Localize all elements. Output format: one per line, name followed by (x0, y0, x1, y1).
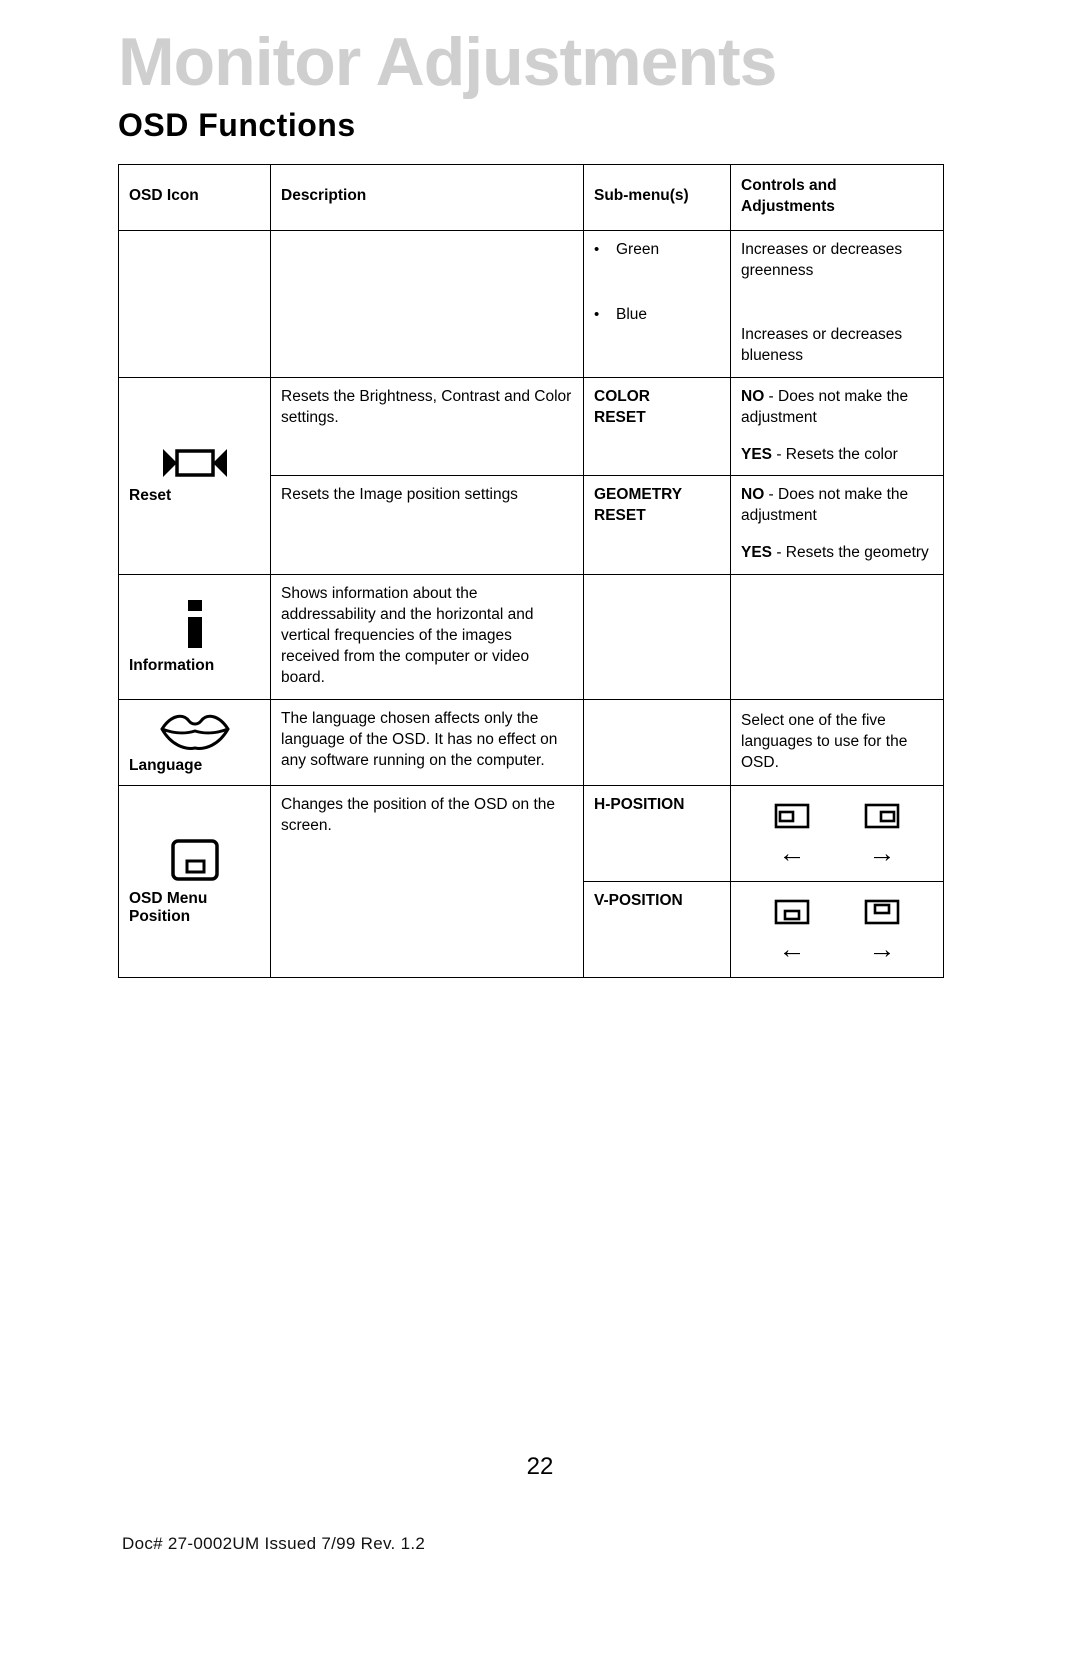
cell-submenu-h-position: H-POSITION (583, 785, 731, 883)
h-position-right-control[interactable]: → (843, 801, 921, 867)
icon-label-language: Language (129, 756, 203, 774)
submenu-h-position-label: H-POSITION (594, 796, 685, 814)
column-header-controls: Controls and Adjustments (730, 164, 944, 231)
cell-description-empty (270, 230, 584, 378)
cell-submenu-language-empty (583, 698, 731, 787)
cell-description-language: The language chosen affects only the lan… (270, 698, 584, 787)
osd-bottom-position-icon (774, 900, 810, 925)
v-position-right-arrow-icon: → (868, 934, 896, 965)
bullet-dot-icon: • (594, 241, 600, 258)
table-body: • Green • Blue Increases or decreases gr… (118, 230, 944, 979)
control-option-yes-text: - Resets the geometry (772, 544, 929, 562)
osd-functions-table: OSD Icon Description Sub-menu(s) Control… (118, 164, 944, 979)
cell-description-reset-color: Resets the Brightness, Contrast and Colo… (270, 376, 584, 477)
icon-label-information: Information (129, 657, 215, 675)
cell-submenu-geometry-reset: GEOMETRY RESET (583, 475, 731, 576)
control-text-blue: Increases or decreases blueness (741, 325, 903, 364)
cell-description-information: Shows information about the addressabili… (270, 574, 584, 700)
section-title: OSD Functions (118, 107, 356, 143)
page-number: 22 (526, 1453, 554, 1480)
cell-controls-information-empty (730, 574, 944, 700)
osd-top-position-icon (864, 900, 900, 925)
submenu-geometry-reset-line1: GEOMETRY (594, 486, 683, 504)
osd-functions-table-wrapper: OSD Icon Description Sub-menu(s) Control… (118, 164, 944, 979)
osd-menu-position-icon (170, 839, 219, 881)
icon-label-osd-menu-position-line2: Position (129, 908, 191, 926)
document-page: Monitor Adjustments OSD Functions OSD Ic… (0, 0, 1080, 1669)
submenu-geometry-reset-line2: RESET (594, 507, 646, 525)
table-header-row: OSD Icon Description Sub-menu(s) Control… (118, 164, 944, 231)
submenu-bullet-green: • Green (594, 240, 720, 261)
column-header-description: Description (270, 164, 584, 231)
table-row-language: Language The language chosen affects onl… (118, 698, 944, 787)
v-position-left-control[interactable]: ← (753, 897, 831, 963)
reset-icon (162, 449, 227, 478)
cell-controls-h-position: ← → (730, 785, 944, 883)
control-option-no-text: - Does not make the adjustment (741, 486, 909, 525)
submenu-color-reset-line1: COLOR (594, 387, 650, 405)
h-position-left-control[interactable]: ← (753, 801, 831, 867)
bullet-dot-icon: • (594, 305, 600, 323)
cell-icon-language: Language (118, 698, 271, 787)
document-footer-line: Doc# 27-0002UM Issued 7/99 Rev. 1.2 (122, 1534, 426, 1553)
cell-submenu-v-position: V-POSITION (583, 881, 731, 979)
control-option-yes-label: YES (741, 445, 773, 463)
control-option-yes-label: YES (741, 544, 773, 562)
control-option-yes: YES - Resets the geometry (741, 543, 933, 564)
submenu-color-reset-line2: RESET (594, 408, 646, 426)
page-banner-title: Monitor Adjustments (118, 24, 777, 100)
column-header-osd-icon: OSD Icon (118, 164, 271, 231)
table-row-reset-color: Reset Resets the Brightness, Contrast an… (118, 376, 944, 576)
control-option-yes-text: - Resets the color (772, 445, 898, 463)
cell-controls-color: Increases or decreases greenness Increas… (730, 230, 944, 378)
submenu-v-position-label: V-POSITION (594, 892, 683, 910)
cell-description-reset-geometry: Resets the Image position settings (270, 475, 584, 576)
table-row-osd-position-horizontal: OSD Menu Position Changes the position o… (118, 785, 944, 979)
submenu-label-green: Green (616, 241, 660, 258)
cell-description-osd-menu-position: Changes the position of the OSD on the s… (270, 785, 584, 979)
control-text-green: Increases or decreases greenness (741, 241, 903, 279)
control-option-no: NO - Does not make the adjustment (741, 387, 933, 429)
cell-icon-reset: Reset (118, 376, 271, 576)
control-option-no-label: NO (741, 387, 765, 405)
table-header: OSD Icon Description Sub-menu(s) Control… (118, 164, 944, 231)
control-option-yes: YES - Resets the color (741, 445, 933, 466)
h-position-left-arrow-icon: ← (778, 838, 806, 869)
table-row-color-continuation: • Green • Blue Increases or decreases gr… (118, 230, 944, 378)
cell-icon-information: Information (118, 574, 271, 700)
icon-label-osd-menu-position-line1: OSD Menu (129, 889, 208, 907)
control-option-no-text: - Does not make the adjustment (741, 387, 909, 426)
column-header-submenu: Sub-menu(s) (583, 164, 731, 231)
cell-submenu-color-reset: COLOR RESET (583, 376, 731, 477)
control-option-no-label: NO (741, 486, 765, 504)
cell-controls-color-reset: NO - Does not make the adjustment YES - … (730, 376, 944, 477)
information-icon (187, 600, 202, 649)
submenu-bullet-blue: • Blue (594, 305, 720, 326)
v-position-left-arrow-icon: ← (778, 934, 806, 965)
osd-left-position-icon (774, 804, 810, 829)
icon-label-reset: Reset (129, 487, 172, 505)
v-position-right-control[interactable]: → (843, 897, 921, 963)
cell-icon-empty (118, 230, 271, 378)
osd-right-position-icon (864, 804, 900, 829)
table-row-information: Information Shows information about the … (118, 574, 944, 700)
cell-submenu-color-bullets: • Green • Blue (583, 230, 731, 378)
cell-controls-v-position: ← → (730, 881, 944, 979)
cell-icon-osd-menu-position: OSD Menu Position (118, 785, 271, 979)
cell-controls-geometry-reset: NO - Does not make the adjustment YES - … (730, 475, 944, 576)
cell-submenu-information-empty (583, 574, 731, 700)
control-option-no: NO - Does not make the adjustment (741, 485, 933, 527)
h-position-right-arrow-icon: → (868, 838, 896, 869)
cell-controls-language: Select one of the five languages to use … (730, 698, 944, 787)
submenu-label-blue: Blue (616, 305, 648, 323)
language-lips-icon (159, 714, 230, 750)
